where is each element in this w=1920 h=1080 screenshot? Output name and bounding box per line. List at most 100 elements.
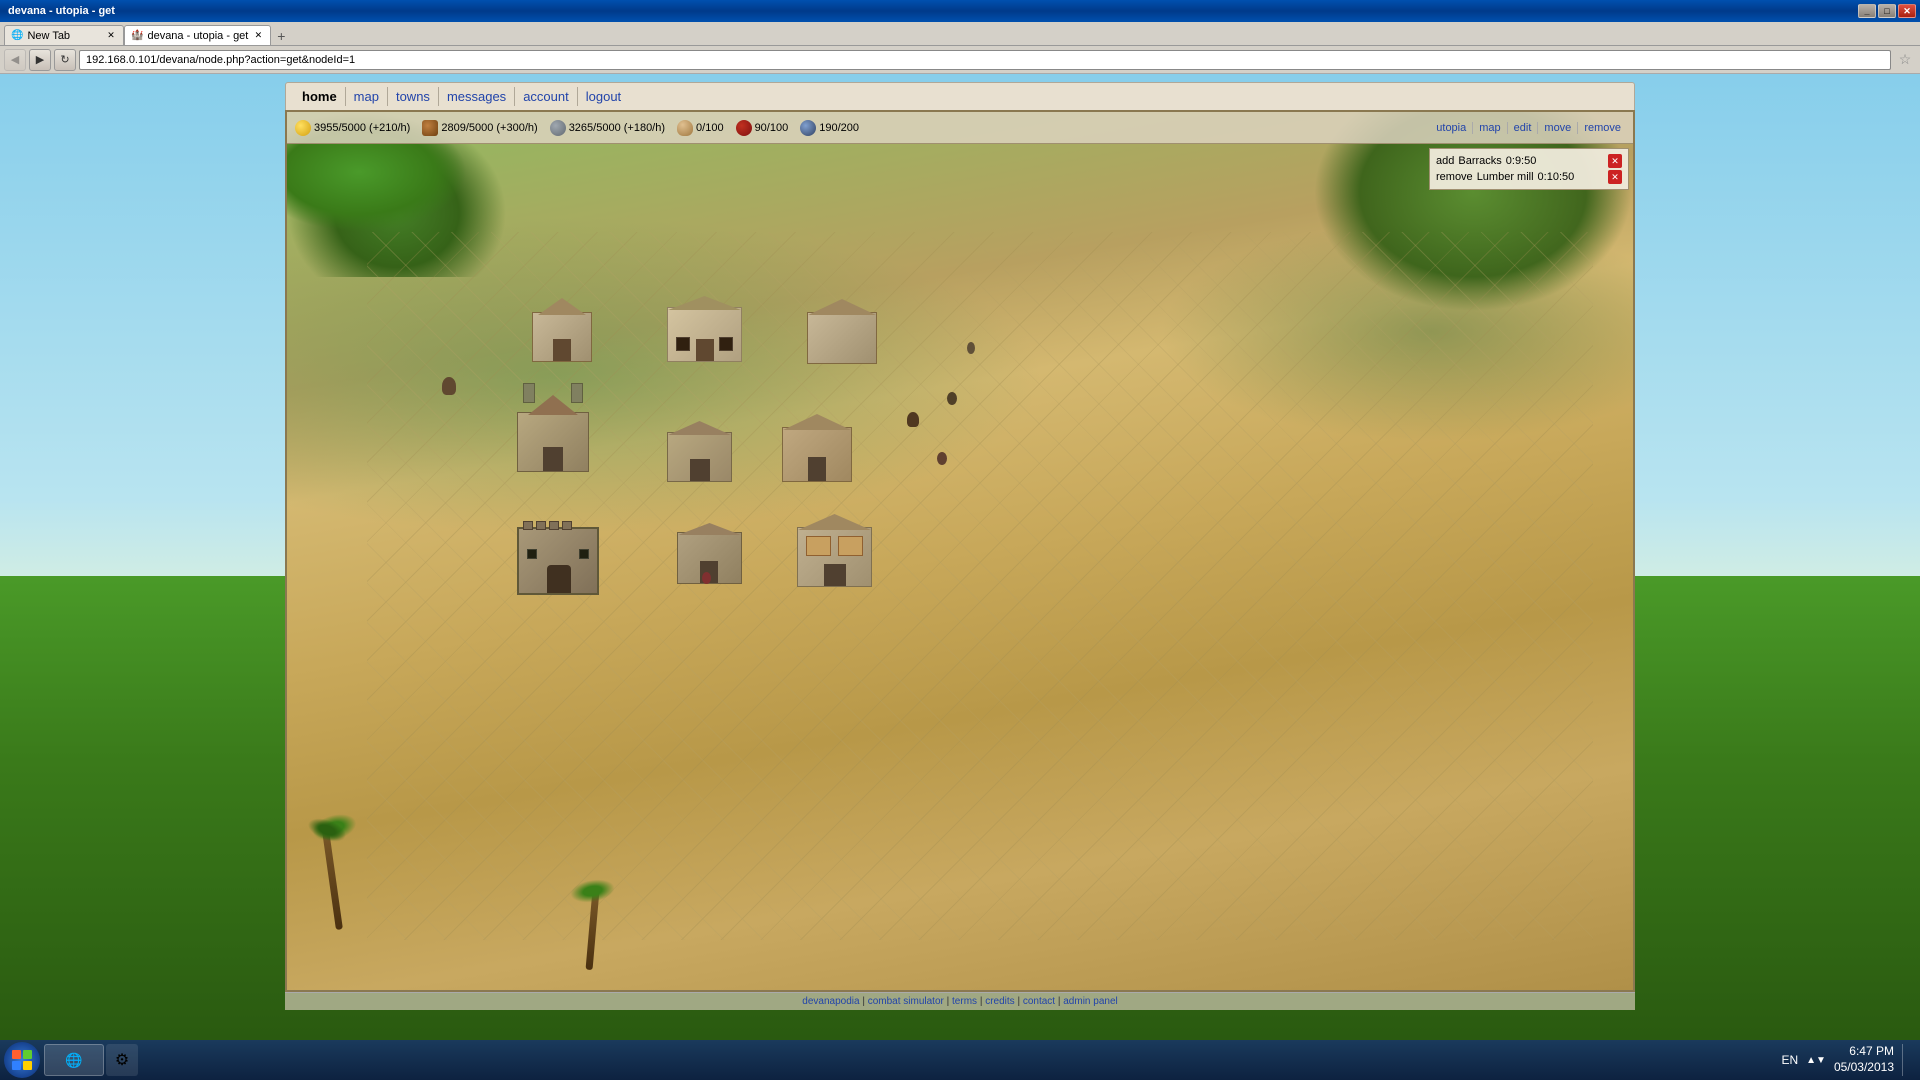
chrome-icon: 🌐	[65, 1052, 82, 1069]
reload-button[interactable]: ↻	[54, 49, 76, 71]
queue-item2-time: 0:10:50	[1538, 171, 1575, 183]
game-view: 3955/5000 (+210/h) 2809/5000 (+300/h) 32…	[285, 110, 1635, 992]
taskbar-time-value: 6:47 PM	[1834, 1044, 1894, 1060]
page-content: home map towns messages account logout	[0, 74, 1920, 1040]
queue-item2-building: Lumber mill	[1477, 171, 1534, 183]
forward-button[interactable]: ▶	[29, 49, 51, 71]
footer-admin[interactable]: admin panel	[1063, 996, 1117, 1007]
tab-newtab-close[interactable]: ✕	[105, 30, 117, 42]
building-5[interactable]	[667, 432, 737, 497]
title-bar: devana - utopia - get _ □ ✕	[0, 0, 1920, 22]
unit-1	[442, 377, 456, 395]
queue-item1-time: 0:9:50	[1506, 155, 1537, 167]
building-6[interactable]	[782, 427, 857, 497]
food-value: 90/100	[755, 122, 789, 134]
game-top-right-menu: utopia map edit move remove	[1430, 112, 1633, 144]
close-button[interactable]: ✕	[1898, 4, 1916, 18]
unit-2	[907, 412, 919, 427]
unit-red	[702, 572, 711, 584]
taskbar: 🌐 ⚙ EN ▲▼ 6:47 PM 05/03/2013	[0, 1040, 1920, 1080]
wood-icon	[422, 120, 438, 136]
footer-terms[interactable]: terms	[952, 996, 977, 1007]
building-8[interactable]	[677, 532, 749, 600]
footer-contact[interactable]: contact	[1023, 996, 1055, 1007]
start-button[interactable]	[4, 1042, 40, 1078]
footer-devanapodia[interactable]: devanapodia	[802, 996, 859, 1007]
tab-game[interactable]: 🏰 devana - utopia - get ✕	[124, 25, 271, 45]
building-4[interactable]	[517, 412, 597, 492]
gold-icon	[295, 120, 311, 136]
game-link-edit[interactable]: edit	[1508, 122, 1539, 134]
taskbar-date-value: 05/03/2013	[1834, 1060, 1894, 1076]
queue-item1-close[interactable]: ✕	[1608, 154, 1622, 168]
tab-game-close[interactable]: ✕	[252, 30, 264, 42]
queue-item1-action: add	[1436, 155, 1454, 167]
game-link-utopia[interactable]: utopia	[1430, 122, 1473, 134]
resource-food: 90/100	[736, 120, 789, 136]
minimize-button[interactable]: _	[1858, 4, 1876, 18]
building-9[interactable]	[797, 527, 877, 602]
browser-window: devana - utopia - get _ □ ✕ 🌐 New Tab ✕ …	[0, 0, 1920, 1040]
building-3[interactable]	[807, 312, 882, 382]
nav-home[interactable]: home	[294, 87, 346, 106]
taskbar-language[interactable]: EN	[1781, 1053, 1798, 1067]
nav-account[interactable]: account	[515, 87, 578, 106]
back-button[interactable]: ◀	[4, 49, 26, 71]
address-bar-row: ◀ ▶ ↻ ☆	[0, 46, 1920, 74]
tab-game-label: devana - utopia - get	[147, 30, 248, 42]
building-7[interactable]	[517, 527, 607, 612]
taskbar-icon-1-glyph: ⚙	[115, 1050, 129, 1070]
title-bar-title: devana - utopia - get	[4, 5, 1858, 17]
game-link-map[interactable]: map	[1473, 122, 1507, 134]
resource-gold: 3955/5000 (+210/h)	[295, 120, 410, 136]
title-bar-buttons: _ □ ✕	[1858, 4, 1916, 18]
resource-population: 0/100	[677, 120, 724, 136]
bookmark-button[interactable]: ☆	[1894, 49, 1916, 71]
show-desktop-button[interactable]	[1902, 1044, 1908, 1076]
game-link-remove[interactable]: remove	[1578, 122, 1627, 134]
building-1[interactable]	[527, 312, 597, 382]
resource-stone: 3265/5000 (+180/h)	[550, 120, 665, 136]
gold-value: 3955/5000 (+210/h)	[314, 122, 410, 134]
game-link-move[interactable]: move	[1538, 122, 1578, 134]
palm-tree-left	[307, 790, 357, 930]
nav-logout[interactable]: logout	[578, 87, 629, 106]
queue-item2-action: remove	[1436, 171, 1473, 183]
address-input[interactable]	[79, 50, 1891, 70]
page-footer: devanapodia | combat simulator | terms |…	[285, 992, 1635, 1010]
nav-map[interactable]: map	[346, 87, 388, 106]
new-tab-button[interactable]: +	[271, 27, 291, 45]
tab-newtab[interactable]: 🌐 New Tab ✕	[4, 25, 124, 45]
windows-icon	[11, 1049, 33, 1071]
queue-item1-building: Barracks	[1458, 155, 1501, 167]
footer-credits[interactable]: credits	[985, 996, 1014, 1007]
queue-item-1: add Barracks 0:9:50 ✕	[1436, 153, 1622, 169]
taskbar-icon-1[interactable]: ⚙	[106, 1044, 138, 1076]
stone-value: 3265/5000 (+180/h)	[569, 122, 665, 134]
maximize-button[interactable]: □	[1878, 4, 1896, 18]
taskbar-icons: ⚙	[106, 1044, 138, 1076]
magic-icon	[800, 120, 816, 136]
unit-3	[937, 452, 947, 465]
nav-messages[interactable]: messages	[439, 87, 515, 106]
taskbar-browser-button[interactable]: 🌐	[44, 1044, 104, 1076]
nav-menu: home map towns messages account logout	[285, 82, 1635, 110]
taskbar-time[interactable]: 6:47 PM 05/03/2013	[1834, 1044, 1894, 1075]
nav-towns[interactable]: towns	[388, 87, 439, 106]
game-container: home map towns messages account logout	[285, 82, 1635, 1010]
unit-5	[967, 342, 975, 354]
building-2[interactable]	[667, 307, 747, 382]
resource-wood: 2809/5000 (+300/h)	[422, 120, 537, 136]
game-scene[interactable]	[287, 112, 1633, 990]
wood-value: 2809/5000 (+300/h)	[441, 122, 537, 134]
queue-item2-close[interactable]: ✕	[1608, 170, 1622, 184]
palm-tree-bottom-left	[567, 850, 617, 970]
stone-icon	[550, 120, 566, 136]
footer-combat[interactable]: combat simulator	[868, 996, 944, 1007]
pop-value: 0/100	[696, 122, 724, 134]
magic-value: 190/200	[819, 122, 859, 134]
pop-icon	[677, 120, 693, 136]
queue-item-2: remove Lumber mill 0:10:50 ✕	[1436, 169, 1622, 185]
queue-popup: add Barracks 0:9:50 ✕ remove Lumber mill…	[1429, 148, 1629, 190]
taskbar-right: EN ▲▼ 6:47 PM 05/03/2013	[1781, 1044, 1916, 1076]
